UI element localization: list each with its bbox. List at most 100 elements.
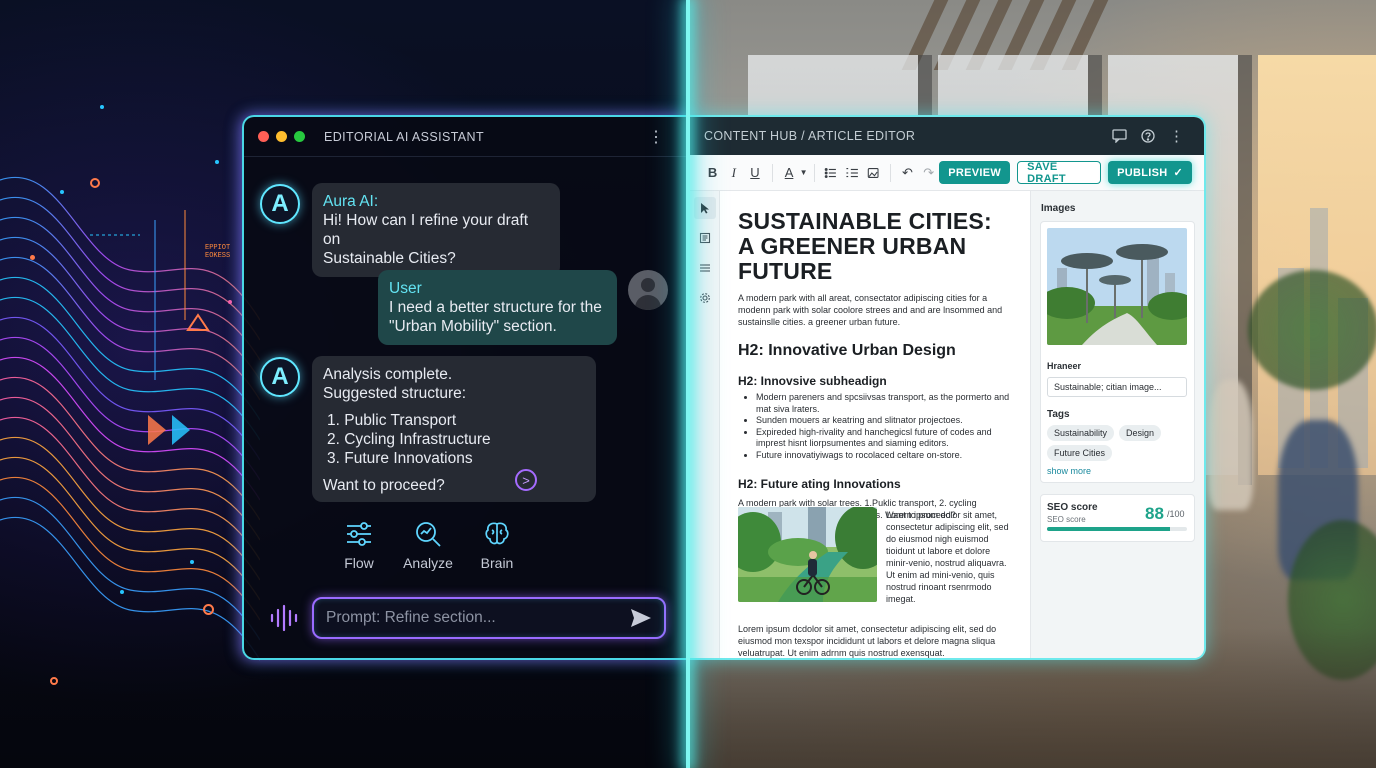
formatting-toolbar: B I U A ▼ ↶ ↷ PREVIEW SAVE DRAFT PUBLISH…: [690, 155, 1204, 191]
close-dot[interactable]: [258, 131, 269, 142]
article-editor-window: CONTENT HUB / ARTICLE EDITOR ⋮ B I U A ▼…: [690, 115, 1206, 660]
bullet-list: Modern pareners and spcsiivsas transport…: [756, 392, 1018, 461]
maximize-dot[interactable]: [294, 131, 305, 142]
seo-progress-bar: [1047, 527, 1187, 531]
decor-dot: [228, 300, 232, 304]
seo-title: SEO score: [1047, 502, 1098, 513]
decor-ring: [50, 677, 58, 685]
suggested-structure-list: 1. Public Transport 2. Cycling Infrastru…: [327, 411, 585, 468]
list-item: Modern pareners and spcsiivsas transport…: [756, 392, 1018, 415]
user-avatar-icon: [628, 270, 668, 310]
image-caption-text: Lorem ipsum dolor sit amet, consectetur …: [886, 510, 1009, 604]
article-title: SUSTAINABLE CITIES: A GREENER URBAN FUTU…: [738, 209, 1018, 284]
tool-brain[interactable]: Brain: [462, 519, 532, 571]
tags-label: Tags: [1047, 409, 1070, 420]
ai-avatar: A: [260, 184, 300, 224]
decor-dot: [30, 255, 35, 260]
list-item: Future innovatiyiwags to rocolaced celta…: [756, 450, 1018, 462]
bullet-list-icon[interactable]: [820, 166, 841, 180]
minimize-dot[interactable]: [276, 131, 287, 142]
ai-message-bubble: Analysis complete. Suggested structure: …: [312, 356, 596, 502]
tool-label: Analyze: [403, 555, 453, 571]
seo-score-value: 88: [1145, 504, 1164, 523]
decor-label: EOKESS: [205, 252, 231, 260]
subheading: H2: Innovsive subheadign: [738, 374, 887, 388]
image-insert-icon[interactable]: [863, 166, 884, 180]
seo-score-max: /100: [1167, 509, 1185, 519]
tag-chip[interactable]: Sustainability: [1047, 425, 1115, 441]
alt-text-field[interactable]: Sustainable; citian image...: [1047, 377, 1187, 397]
ai-message-bubble: Aura AI: Hi! How can I refine your draft…: [312, 183, 560, 277]
decor-ring: [203, 604, 214, 615]
save-draft-button[interactable]: SAVE DRAFT: [1017, 161, 1102, 185]
message-line: "Urban Mobility" section.: [389, 318, 557, 335]
editor-window-title: CONTENT HUB / ARTICLE EDITOR: [704, 129, 916, 143]
pointer-tool-icon[interactable]: [694, 197, 716, 219]
ai-avatar: A: [260, 357, 300, 397]
text-color-button[interactable]: A: [778, 165, 799, 180]
decor-dot: [120, 590, 124, 594]
decor-dot: [60, 190, 64, 194]
brain-icon: [485, 522, 509, 545]
tool-label: Brain: [480, 555, 514, 571]
italic-button[interactable]: I: [723, 165, 744, 181]
tag-chip[interactable]: Design: [1119, 425, 1162, 441]
structure-step: 3. Future Innovations: [327, 450, 473, 467]
help-icon[interactable]: [1141, 129, 1155, 143]
proceed-question: Want to proceed?: [323, 477, 445, 494]
magnifier-chart-icon: [416, 522, 441, 547]
more-options-icon[interactable]: ⋮: [1169, 127, 1184, 145]
split-divider: [686, 0, 690, 768]
title-line: SUSTAINABLE CITIES:: [738, 208, 992, 234]
publish-button[interactable]: PUBLISH ✓: [1108, 161, 1193, 184]
show-more-link[interactable]: show more: [1047, 466, 1091, 476]
ai-window-title: EDITORIAL AI ASSISTANT: [324, 129, 485, 144]
list-item: Sunden mouers ar keatring and slitnator …: [756, 415, 1018, 427]
preview-button[interactable]: PREVIEW: [939, 161, 1011, 184]
seo-progress-fill: [1047, 527, 1171, 531]
publish-label: PUBLISH: [1117, 166, 1168, 179]
cyclist-park-image[interactable]: [738, 507, 877, 602]
section-heading: H2: Innovative Urban Design: [738, 342, 956, 359]
decor-label: EPPIOT: [205, 244, 231, 252]
message-sender: Aura AI:: [323, 193, 379, 210]
sliders-icon: [347, 522, 371, 546]
prompt-input[interactable]: [326, 609, 630, 627]
park-image[interactable]: [1047, 228, 1187, 345]
article-body[interactable]: SUSTAINABLE CITIES: A GREENER URBAN FUTU…: [738, 209, 1018, 658]
tool-analyze[interactable]: Analyze: [393, 519, 463, 571]
chevron-down-icon[interactable]: ▼: [800, 168, 808, 177]
comment-icon[interactable]: [1112, 129, 1127, 143]
list-item: Expireded high-rivality and hanchegicsl …: [756, 427, 1018, 450]
message-sender: User: [389, 280, 422, 297]
document-icon[interactable]: [694, 227, 716, 249]
redo-icon[interactable]: ↷: [918, 165, 939, 181]
structure-step: 1. Public Transport: [327, 412, 457, 429]
message-line: Sustainable Cities?: [323, 250, 456, 267]
tool-flow[interactable]: Flow: [324, 519, 394, 571]
settings-gear-icon[interactable]: [694, 287, 716, 309]
more-options-icon[interactable]: ⋮: [648, 127, 664, 147]
send-icon[interactable]: [630, 608, 652, 628]
underline-button[interactable]: U: [744, 165, 765, 180]
ai-titlebar: EDITORIAL AI ASSISTANT ⋮: [244, 117, 688, 157]
images-label: Images: [1041, 203, 1076, 214]
voice-waveform-icon[interactable]: [268, 604, 300, 632]
intro-paragraph: A modern park with all areat, consectato…: [738, 293, 1003, 327]
undo-icon[interactable]: ↶: [897, 165, 918, 181]
bold-button[interactable]: B: [702, 165, 723, 180]
decor-dot: [215, 160, 219, 164]
decor-ring: [90, 178, 100, 188]
numbered-list-icon[interactable]: [842, 166, 863, 180]
outline-list-icon[interactable]: [694, 257, 716, 279]
neon-wave-art: [0, 176, 260, 661]
proceed-arrow-button[interactable]: >: [515, 469, 537, 491]
seo-subtitle: SEO score: [1047, 515, 1086, 524]
title-line: A GREENER URBAN FUTURE: [738, 233, 967, 284]
subheading: H2: Future ating Innovations: [738, 477, 901, 491]
message-line: I need a better structure for the: [389, 299, 602, 316]
editor-sidebar: Images Hraneer Sustainable; citian image…: [1030, 191, 1204, 658]
message-line: Suggested structure:: [323, 385, 467, 402]
tag-chip[interactable]: Future Cities: [1047, 445, 1113, 461]
decor-dot: [190, 560, 194, 564]
